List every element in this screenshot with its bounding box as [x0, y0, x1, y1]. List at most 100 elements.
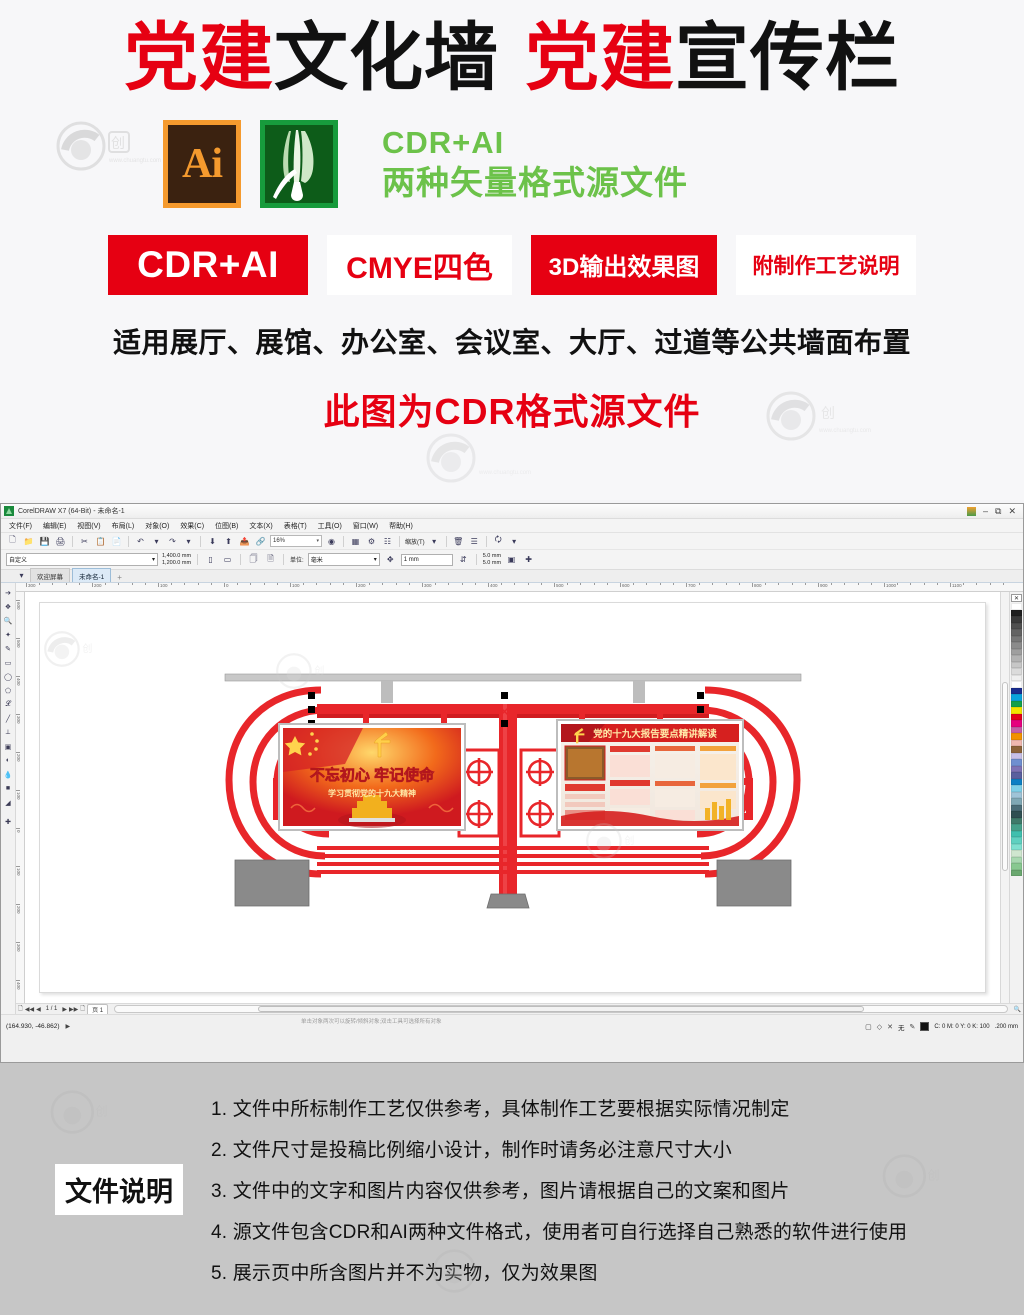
restore-button[interactable]: ⧉: [995, 506, 1001, 516]
drawing-canvas[interactable]: 不忘初心 牢记使命 学习贯彻党的十九大精神 党的十九大报告要点精讲解读 创 创 …: [25, 592, 1000, 1003]
quality-dropdown-icon[interactable]: ▾: [428, 535, 441, 548]
tool-color-eyedropper[interactable]: 💧: [2, 768, 15, 781]
nudge-spinner-icon[interactable]: ⇵: [457, 553, 470, 566]
tool-rectangle[interactable]: ▭: [2, 656, 15, 669]
add-page-icon[interactable]: 🗋: [18, 1004, 23, 1014]
menu-file[interactable]: 文件(F): [9, 521, 32, 531]
corel-connect-icon[interactable]: 🗘: [492, 535, 505, 548]
minimize-button[interactable]: –: [983, 506, 988, 516]
nudge-distance-field[interactable]: 1 mm: [400, 553, 453, 566]
menu-object[interactable]: 对象(O): [145, 521, 169, 531]
page-dimensions[interactable]: 1,400.0 mm 1,200.0 mm: [162, 553, 191, 566]
import-icon[interactable]: ⬇: [206, 535, 219, 548]
cut-icon[interactable]: ✂: [78, 535, 91, 548]
fill-bucket-icon[interactable]: ◇: [877, 1023, 882, 1031]
menu-help[interactable]: 帮助(H): [389, 521, 413, 531]
current-page-icon[interactable]: 🗎: [264, 553, 277, 566]
page-preset-combo[interactable]: 自定义 ▾: [6, 553, 158, 566]
last-page-icon[interactable]: ▶▶: [69, 1006, 78, 1013]
tool-smart-fill[interactable]: ◢: [2, 796, 15, 809]
new-tab-icon[interactable]: +: [113, 573, 126, 582]
menu-view[interactable]: 视图(V): [77, 521, 100, 531]
bleed-fields[interactable]: 5.0 mm 5.0 mm: [483, 553, 501, 566]
tool-interactive-fill[interactable]: ■: [2, 782, 15, 795]
connect-dropdown-icon[interactable]: ▾: [508, 535, 521, 548]
tool-transparency[interactable]: ◐: [2, 754, 15, 767]
menu-text[interactable]: 文本(X): [249, 521, 272, 531]
object-manager-icon[interactable]: 🗑: [452, 535, 465, 548]
tab-menu-icon[interactable]: ▾: [15, 569, 28, 582]
tool-drop-shadow[interactable]: ▣: [2, 740, 15, 753]
redo-dropdown-icon[interactable]: ▾: [182, 535, 195, 548]
outline-color-swatch[interactable]: [920, 1022, 930, 1031]
menu-tools[interactable]: 工具(O): [318, 521, 342, 531]
treat-as-filled-icon[interactable]: ▣: [505, 553, 518, 566]
snap-icon[interactable]: ▦: [349, 535, 362, 548]
tool-polygon[interactable]: ⬠: [2, 684, 15, 697]
menu-effects[interactable]: 效果(C): [180, 521, 204, 531]
object-properties-icon[interactable]: ☰: [468, 535, 481, 548]
unit-combo[interactable]: 毫米 ▾: [307, 553, 380, 566]
landscape-orientation-icon[interactable]: ▭: [221, 553, 234, 566]
menu-layout[interactable]: 布局(L): [112, 521, 135, 531]
tool-ellipse[interactable]: ◯: [2, 670, 15, 683]
tool-connector[interactable]: ⟂: [2, 726, 15, 739]
undo-dropdown-icon[interactable]: ▾: [150, 535, 163, 548]
page-tab-1[interactable]: 页 1: [87, 1003, 109, 1015]
close-button[interactable]: ✕: [1008, 506, 1016, 516]
language-flag-icon[interactable]: [967, 506, 976, 516]
export-icon[interactable]: ⬆: [222, 535, 235, 548]
menu-table[interactable]: 表格(T): [284, 521, 307, 531]
bulletin-board-artwork[interactable]: 不忘初心 牢记使命 学习贯彻党的十九大精神 党的十九大报告要点精讲解读: [213, 668, 813, 928]
left-poster[interactable]: 不忘初心 牢记使命 学习贯彻党的十九大精神: [277, 722, 466, 831]
tool-text[interactable]: 𝓛: [2, 698, 15, 711]
fill-swatch-icon[interactable]: ▢: [865, 1023, 872, 1031]
tool-customize-icon[interactable]: ✚: [2, 815, 15, 828]
save-icon[interactable]: 💾: [38, 535, 51, 548]
vertical-scrollbar-thumb[interactable]: [1002, 682, 1008, 872]
fullscreen-preview-icon[interactable]: ◉: [325, 535, 338, 548]
vertical-ruler[interactable]: 600 500 400 300 200 100 0 100 200 300 400: [16, 592, 25, 1003]
outline-pen-icon[interactable]: ✎: [910, 1023, 916, 1031]
tool-freehand[interactable]: ✦: [2, 628, 15, 641]
vertical-scrollbar[interactable]: [1000, 592, 1009, 1003]
right-poster[interactable]: 党的十九大报告要点精讲解读: [555, 718, 744, 831]
horizontal-scrollbar-thumb[interactable]: [257, 1006, 864, 1012]
tool-pick[interactable]: ➔: [2, 586, 15, 599]
menu-edit[interactable]: 编辑(E): [43, 521, 66, 531]
no-color-swatch[interactable]: ✕: [1011, 594, 1022, 602]
color-swatch[interactable]: [1011, 869, 1022, 876]
paste-icon[interactable]: 📄: [110, 535, 123, 548]
tool-shape[interactable]: ❖: [2, 600, 15, 613]
application-launcher-icon[interactable]: ☷: [381, 535, 394, 548]
options-icon[interactable]: ⚙: [365, 535, 378, 548]
new-document-icon[interactable]: 🗋: [6, 535, 19, 548]
tab-untitled-1[interactable]: 未命名-1: [72, 568, 112, 582]
snap-to-objects-icon[interactable]: ✚: [522, 553, 535, 566]
zoom-level-combo[interactable]: 16% ▾: [270, 535, 322, 547]
color-palette[interactable]: ✕: [1009, 592, 1023, 1003]
tool-zoom[interactable]: 🔍: [2, 614, 15, 627]
undo-icon[interactable]: ↶: [134, 535, 147, 548]
first-page-icon[interactable]: ◀◀: [25, 1006, 34, 1013]
menu-window[interactable]: 窗口(W): [353, 521, 378, 531]
copy-icon[interactable]: 📋: [94, 535, 107, 548]
menu-bitmaps[interactable]: 位图(B): [215, 521, 238, 531]
portrait-orientation-icon[interactable]: ▯: [204, 553, 217, 566]
horizontal-ruler[interactable]: 300 200 100 0 100 200 300 400 500 600 700 800 900 100…: [16, 583, 1023, 592]
print-icon[interactable]: 🖨: [54, 535, 67, 548]
zoom-out-status-icon[interactable]: 🔍: [1014, 1006, 1021, 1013]
tab-welcome-screen[interactable]: 欢迎屏幕: [30, 568, 70, 582]
all-pages-icon[interactable]: 🗍: [247, 553, 260, 566]
horizontal-scrollbar[interactable]: [114, 1005, 1008, 1013]
add-page-end-icon[interactable]: 🗋: [80, 1004, 85, 1014]
tool-artistic-media[interactable]: ✎: [2, 642, 15, 655]
open-document-icon[interactable]: 📁: [22, 535, 35, 548]
next-page-icon[interactable]: ▶: [62, 1006, 67, 1013]
publish-pdf-icon[interactable]: 📤: [238, 535, 251, 548]
redo-icon[interactable]: ↷: [166, 535, 179, 548]
status-expand-icon[interactable]: ▶: [65, 1023, 70, 1030]
previous-page-icon[interactable]: ◀: [36, 1006, 41, 1013]
export-html-icon[interactable]: 🔗: [254, 535, 267, 548]
tool-dimension[interactable]: ╱: [2, 712, 15, 725]
